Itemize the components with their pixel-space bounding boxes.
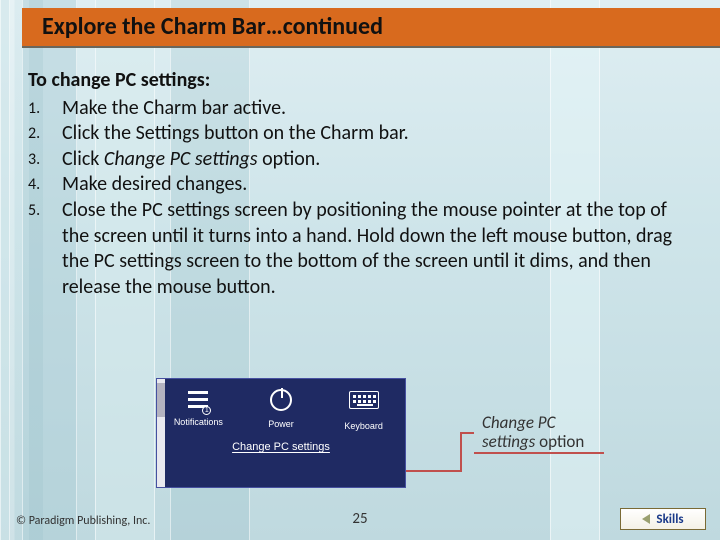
settings-row: 1 Notifications Power Keyboard — [157, 379, 405, 431]
step-text: Click Change PC settings option. — [62, 147, 696, 173]
list-item: 5.Close the PC settings screen by positi… — [28, 198, 696, 300]
change-pc-settings-link: Change PC settings — [157, 441, 405, 453]
steps-list: 1.Make the Charm bar active. 2.Click the… — [28, 96, 696, 301]
step-number: 3. — [28, 147, 62, 173]
step-number: 2. — [28, 121, 62, 147]
step-text: Click the Settings button on the Charm b… — [62, 121, 696, 147]
settings-item-notifications: 1 Notifications — [163, 387, 233, 431]
scrollbar-thumb — [157, 383, 165, 417]
skills-button[interactable]: Skills — [620, 508, 706, 530]
slide: Explore the Charm Bar…continued To chang… — [0, 0, 720, 540]
callout-connector — [460, 432, 462, 472]
step-number: 4. — [28, 172, 62, 198]
arrow-left-icon — [642, 514, 650, 524]
callout-connector — [460, 432, 474, 434]
step-text: Make the Charm bar active. — [62, 96, 696, 122]
skills-button-label: Skills — [656, 512, 683, 527]
list-item: 1.Make the Charm bar active. — [28, 96, 696, 122]
list-item: 4.Make desired changes. — [28, 172, 696, 198]
list-item: 3.Click Change PC settings option. — [28, 147, 696, 173]
settings-item-label: Power — [246, 419, 316, 429]
bg-stripe — [0, 0, 10, 540]
step-text: Make desired changes. — [62, 172, 696, 198]
settings-panel-screenshot: 1 Notifications Power Keyboard Change PC… — [156, 378, 406, 488]
step-number: 5. — [28, 198, 62, 300]
settings-item-label: Keyboard — [329, 421, 399, 431]
scrollbar-track — [157, 379, 165, 487]
slide-title: Explore the Charm Bar…continued — [42, 12, 383, 41]
settings-item-power: Power — [246, 387, 316, 431]
power-icon — [266, 389, 296, 415]
body-text: To change PC settings: 1.Make the Charm … — [28, 68, 696, 300]
callout-underline — [474, 452, 604, 454]
settings-item-keyboard: Keyboard — [329, 387, 399, 431]
copyright-text: © Paradigm Publishing, Inc. — [16, 514, 150, 528]
callout-connector — [406, 470, 462, 472]
notifications-icon: 1 — [183, 387, 213, 413]
callout-label: Change PC settings option — [474, 410, 606, 455]
page-number: 25 — [352, 510, 367, 528]
list-item: 2.Click the Settings button on the Charm… — [28, 121, 696, 147]
step-text: Close the PC settings screen by position… — [62, 198, 696, 300]
keyboard-icon — [349, 391, 379, 417]
step-number: 1. — [28, 96, 62, 122]
settings-item-label: Notifications — [163, 417, 233, 427]
lead-text: To change PC settings: — [28, 68, 696, 94]
